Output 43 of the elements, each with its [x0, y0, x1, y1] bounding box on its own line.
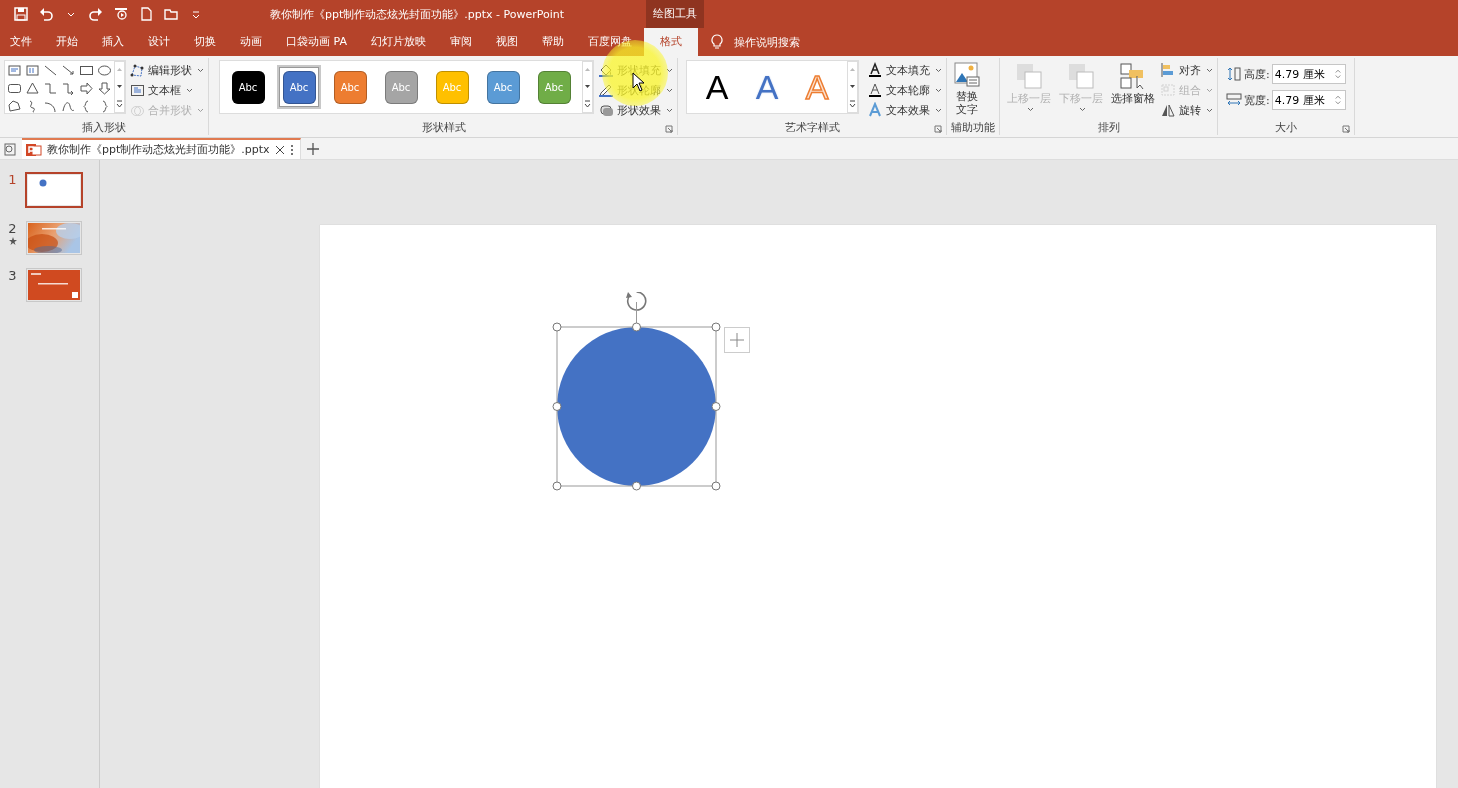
ribbon-command[interactable]: 旋转 [1160, 101, 1213, 119]
ribbon-tab[interactable]: 幻灯片放映 [358, 28, 438, 56]
group-label: 插入形状 [82, 119, 126, 135]
slide-number: 2 [8, 221, 17, 237]
wordart-option[interactable]: A [751, 67, 783, 107]
ribbon-tab[interactable]: 视图 [483, 28, 530, 56]
ribbon-tab[interactable]: 动画 [228, 28, 274, 56]
ribbon-tab[interactable]: 插入 [90, 28, 136, 56]
ribbon-command[interactable]: 文本填充 [867, 61, 942, 79]
group-label: 形状样式 [422, 119, 466, 135]
ribbon-tab[interactable]: 文件 [0, 28, 44, 56]
size-field[interactable]: 4.79 厘米 [1271, 64, 1346, 84]
slide-number: 1 [8, 172, 17, 188]
document-tab[interactable]: 教你制作《ppt制作动态炫光封面功能》.pptx [22, 138, 301, 159]
field-label: 高度: [1244, 66, 1270, 82]
ribbon-command[interactable]: 形状效果 [598, 101, 673, 119]
group-label: 艺术字样式 [784, 119, 840, 135]
window-title: 教你制作《ppt制作动态炫光封面功能》.pptx - PowerPoint [270, 6, 566, 22]
group-label: 大小 [1274, 119, 1297, 135]
ribbon-command[interactable]: 编辑形状 [130, 61, 204, 79]
size-field[interactable]: 4.79 厘米 [1271, 90, 1346, 110]
ribbon-command[interactable]: 文本轮廓 [867, 81, 942, 99]
ribbon-tab[interactable]: 格式 [643, 28, 698, 56]
ribbon-tab[interactable]: 开始 [44, 28, 90, 56]
slide-number: 3 [8, 268, 17, 284]
ribbon-tab[interactable]: 设计 [136, 28, 182, 56]
group-label: 辅助功能 [951, 119, 995, 135]
ribbon-tab[interactable]: 帮助 [529, 28, 576, 56]
ribbon-command[interactable]: 对齐 [1160, 61, 1213, 79]
group-label: 排列 [1097, 119, 1120, 135]
ribbon-command[interactable]: 文本效果 [867, 101, 942, 119]
search-hint[interactable]: 操作说明搜索 [733, 34, 800, 50]
ribbon-tab[interactable]: 百度网盘 [575, 28, 644, 56]
context-tab-group: 绘图工具 [646, 0, 704, 28]
ribbon-tab[interactable]: 切换 [182, 28, 228, 56]
ribbon-command[interactable]: 选择窗格 [1108, 60, 1158, 119]
ribbon-tab[interactable]: 审阅 [437, 28, 484, 56]
style-option[interactable]: Abc [277, 65, 321, 109]
field-label: 宽度: [1244, 92, 1270, 108]
ribbon-tab[interactable]: 口袋动画 PA [274, 28, 359, 56]
wordart-option[interactable]: A [701, 67, 733, 107]
alt-text-button[interactable]: 替换 文字 [951, 60, 983, 119]
ribbon-command[interactable]: 文本框 [130, 81, 204, 99]
